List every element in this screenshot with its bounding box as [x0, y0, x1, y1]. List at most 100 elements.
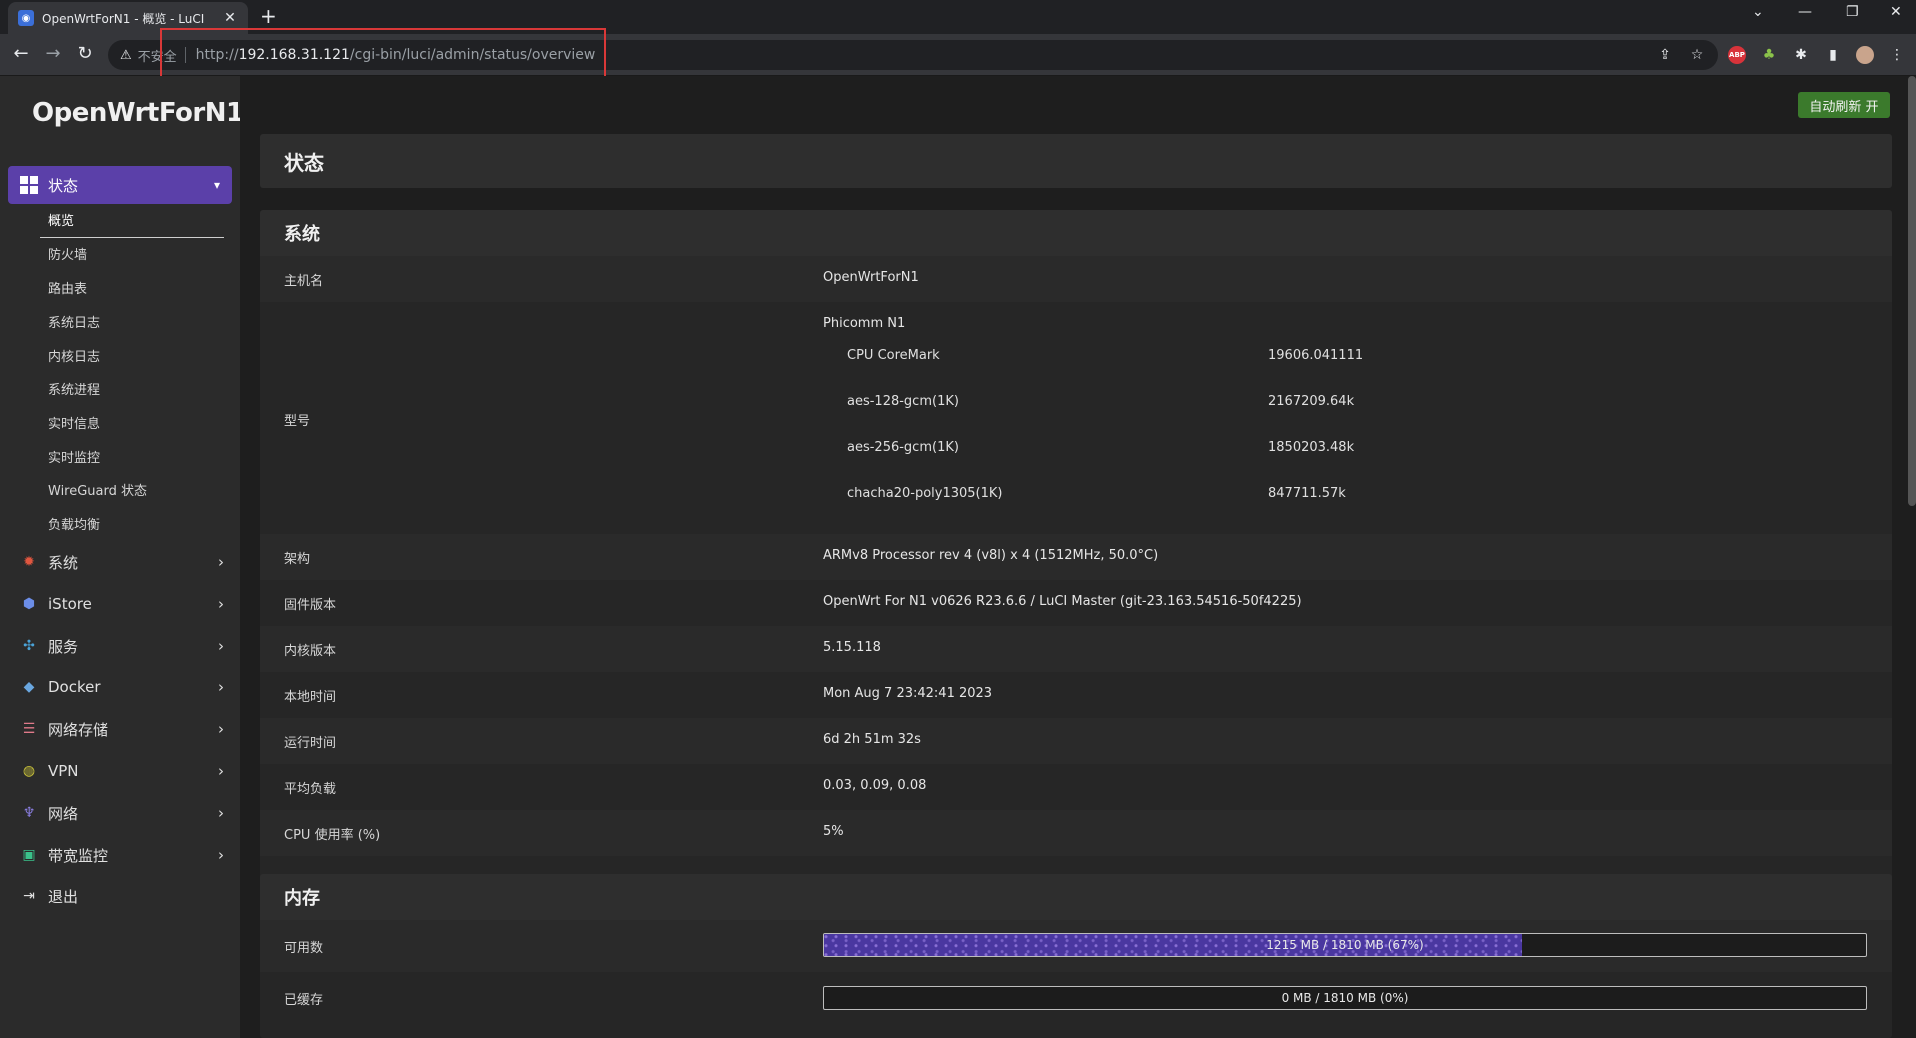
- share-icon[interactable]: ⇪: [1656, 46, 1674, 64]
- sidebar-item-label: 带宽监控: [48, 846, 109, 865]
- row-value: Mon Aug 7 23:42:41 2023: [823, 686, 993, 701]
- benchmark-label: CPU CoreMark: [847, 348, 940, 363]
- sidebar-item-label: 状态: [48, 176, 79, 195]
- row-label: 平均负载: [284, 782, 337, 797]
- row-value: OpenWrtForN1: [823, 270, 919, 285]
- sidebar-item-logout[interactable]: ⇥ 退出: [20, 884, 224, 908]
- sidebar-item-label: 退出: [48, 887, 79, 906]
- benchmark-label: aes-256-gcm(1K): [847, 440, 959, 455]
- chevron-right-icon: ›: [218, 637, 224, 655]
- side-panel-icon[interactable]: ▮: [1824, 46, 1842, 64]
- minimize-icon[interactable]: —: [1798, 4, 1812, 20]
- new-tab-button[interactable]: +: [260, 6, 277, 26]
- sidebar-item-istore[interactable]: ⬢ iStore ›: [20, 592, 224, 616]
- sidebar-item-system[interactable]: ✹ 系统 ›: [20, 550, 224, 574]
- sidebar-item-services[interactable]: ✣ 服务 ›: [20, 634, 224, 658]
- page-title-bar: 状态: [260, 134, 1892, 188]
- menu-kebab-icon[interactable]: ⋮: [1888, 46, 1906, 64]
- submenu-processes[interactable]: 系统进程: [48, 381, 100, 401]
- adblock-icon[interactable]: ABP: [1728, 46, 1746, 64]
- submenu-firewall[interactable]: 防火墙: [48, 246, 87, 266]
- main-content: 自动刷新 开 状态 系统 主机名 OpenWrtForN1 型号 Phicomm…: [240, 76, 1916, 1038]
- table-row: 架构 ARMv8 Processor rev 4 (v8l) x 4 (1512…: [260, 534, 1892, 580]
- sidebar-item-label: 服务: [48, 637, 79, 656]
- logo: OpenWrtForN1: [32, 98, 244, 128]
- sidebar-item-docker[interactable]: ◆ Docker ›: [20, 675, 224, 699]
- table-row: 平均负载 0.03, 0.09, 0.08: [260, 764, 1892, 810]
- sidebar-item-label: 网络: [48, 804, 79, 823]
- row-value: 5.15.118: [823, 640, 881, 655]
- table-row: 可用数 1215 MB / 1810 MB (67%): [260, 920, 1892, 972]
- chevron-right-icon: ›: [218, 762, 224, 780]
- progress-text: 1215 MB / 1810 MB (67%): [1266, 938, 1424, 952]
- submenu-routes[interactable]: 路由表: [48, 280, 87, 300]
- progress-text: 0 MB / 1810 MB (0%): [1281, 991, 1409, 1005]
- window-close-icon[interactable]: ✕: [1890, 4, 1902, 20]
- row-label: 可用数: [284, 941, 324, 956]
- sidebar-item-nas[interactable]: ☰ 网络存储 ›: [20, 717, 224, 741]
- submenu-load-balance[interactable]: 负载均衡: [48, 516, 100, 536]
- sidebar-item-label: Docker: [48, 678, 101, 696]
- row-value: ARMv8 Processor rev 4 (v8l) x 4 (1512MHz…: [823, 548, 1159, 563]
- gear-icon: ✹: [23, 554, 35, 570]
- forward-icon[interactable]: →: [42, 44, 64, 64]
- dashboard-icon: [20, 176, 38, 194]
- back-icon[interactable]: ←: [10, 44, 32, 64]
- benchmark-label: chacha20-poly1305(1K): [847, 486, 1003, 501]
- section-title: 系统: [260, 210, 1892, 256]
- bookmark-star-icon[interactable]: ☆: [1688, 46, 1706, 64]
- row-value: Phicomm N1: [823, 316, 906, 331]
- sidebar-item-vpn[interactable]: ◍ VPN ›: [20, 759, 224, 783]
- row-label: 主机名: [284, 274, 324, 289]
- monitor-icon: ▣: [22, 847, 36, 863]
- row-value: 6d 2h 51m 32s: [823, 732, 921, 747]
- table-row: 本地时间 Mon Aug 7 23:42:41 2023: [260, 672, 1892, 718]
- puzzle-extensions-icon[interactable]: ✱: [1792, 46, 1810, 64]
- section-title: 内存: [260, 874, 1892, 920]
- chevron-right-icon: ›: [218, 678, 224, 696]
- submenu-syslog[interactable]: 系统日志: [48, 314, 100, 334]
- active-underline: [40, 237, 224, 238]
- chevron-right-icon: ›: [218, 553, 224, 571]
- row-label: 内核版本: [284, 644, 337, 659]
- table-row: 固件版本 OpenWrt For N1 v0626 R23.6.6 / LuCI…: [260, 580, 1892, 626]
- warning-icon[interactable]: ⚠: [120, 48, 132, 63]
- row-label: 运行时间: [284, 736, 337, 751]
- extension-icon[interactable]: ♣: [1760, 46, 1778, 64]
- table-row: 内核版本 5.15.118: [260, 626, 1892, 672]
- tab-title: OpenWrtForN1 - 概览 - LuCI: [42, 11, 205, 26]
- database-icon: ☰: [22, 721, 36, 737]
- reload-icon[interactable]: ↻: [74, 44, 96, 64]
- sidebar-item-bandwidth[interactable]: ▣ 带宽监控 ›: [20, 843, 224, 867]
- globe-icon: ◍: [22, 763, 36, 779]
- puzzle-icon: ✣: [23, 638, 35, 654]
- chevron-right-icon: ›: [218, 804, 224, 822]
- benchmark-value: 2167209.64k: [1268, 394, 1355, 409]
- benchmark-value: 847711.57k: [1268, 486, 1346, 501]
- cache-progress-bar: 0 MB / 1810 MB (0%): [823, 986, 1867, 1010]
- sidebar-item-label: 网络存储: [48, 720, 109, 739]
- submenu-realtime-info[interactable]: 实时信息: [48, 415, 100, 435]
- memory-progress-bar: 1215 MB / 1810 MB (67%): [823, 933, 1867, 957]
- sidebar-item-label: iStore: [48, 595, 92, 613]
- submenu-overview[interactable]: 概览: [48, 212, 74, 232]
- submenu-kernel-log[interactable]: 内核日志: [48, 348, 100, 368]
- restore-icon[interactable]: ❐: [1846, 4, 1859, 20]
- sidebar-item-network[interactable]: ♆ 网络 ›: [20, 801, 224, 825]
- logout-icon: ⇥: [23, 888, 35, 904]
- sidebar-item-label: VPN: [48, 762, 79, 780]
- benchmark-value: 1850203.48k: [1268, 440, 1355, 455]
- auto-refresh-button[interactable]: 自动刷新 开: [1798, 92, 1890, 118]
- row-value: 5%: [823, 824, 844, 839]
- submenu-wireguard[interactable]: WireGuard 状态: [48, 482, 147, 502]
- tab-search-icon[interactable]: ⌄: [1752, 4, 1764, 20]
- avatar[interactable]: [1856, 46, 1874, 64]
- close-icon[interactable]: ✕: [222, 10, 238, 26]
- submenu-realtime-monitor[interactable]: 实时监控: [48, 449, 100, 469]
- row-label: 本地时间: [284, 690, 337, 705]
- row-value: 0.03, 0.09, 0.08: [823, 778, 927, 793]
- scrollbar[interactable]: [1908, 76, 1916, 506]
- benchmark-value: 19606.041111: [1268, 348, 1364, 363]
- benchmark-label: aes-128-gcm(1K): [847, 394, 959, 409]
- sidebar-item-status[interactable]: 状态 ▾: [8, 166, 232, 204]
